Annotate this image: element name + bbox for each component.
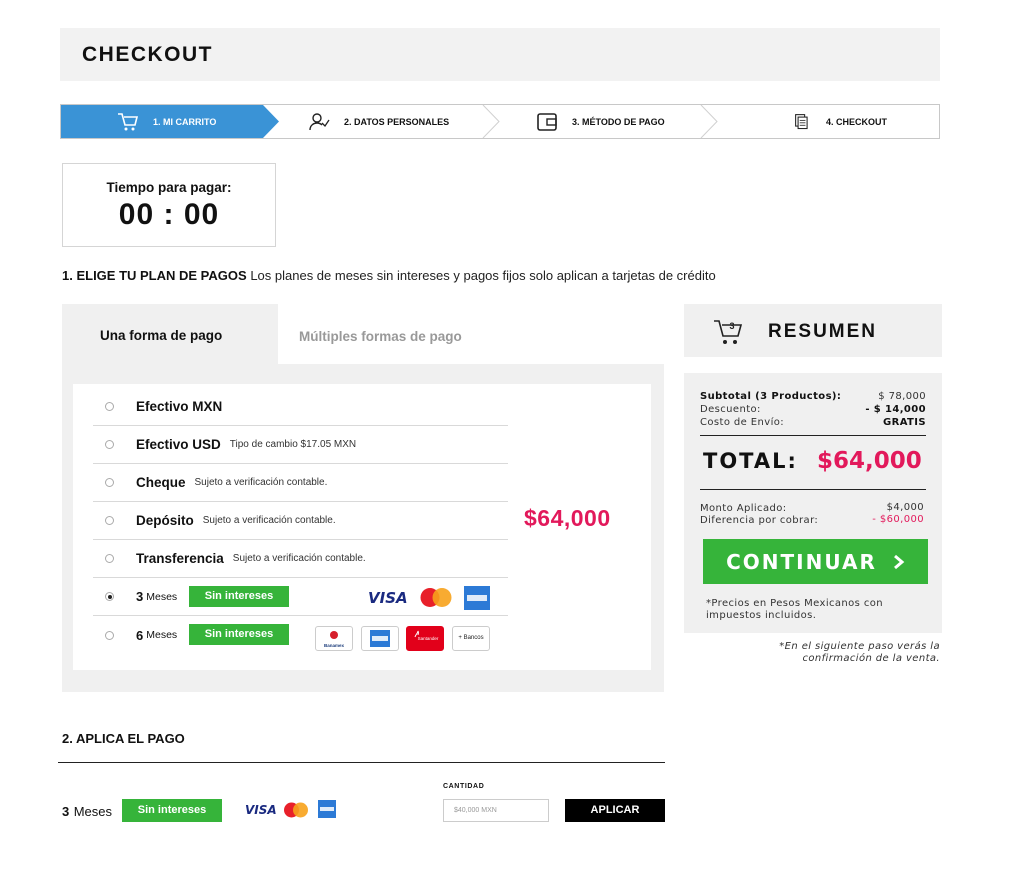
cart-icon: 3 [714, 320, 743, 344]
summary-divider [700, 489, 926, 490]
visa-icon: VISA [368, 589, 408, 607]
radio-button[interactable] [105, 516, 114, 525]
banamex-label: Banamex [324, 643, 345, 648]
santander-icon: Santander [414, 630, 439, 641]
banamex-icon: Banamex [324, 631, 345, 648]
payment-option-cheque[interactable]: Cheque Sujeto a verificación contable. [93, 464, 508, 502]
quantity-input[interactable]: $40,000 MXN [443, 799, 549, 822]
payment-price: $64,000 [524, 505, 611, 531]
timer-value: 00 : 00 [118, 198, 220, 231]
radio-button[interactable] [105, 554, 114, 563]
radio-button[interactable] [105, 402, 114, 411]
timer-label: Tiempo para pagar: [106, 180, 232, 195]
tab-single-payment[interactable]: Una forma de pago [62, 304, 278, 364]
discount-value: - $ 14,000 [865, 404, 926, 415]
discount-label: Descuento: [700, 404, 761, 415]
sin-intereses-badge: Sin intereses [189, 586, 289, 607]
checkout-steps: 1. MI CARRITO 2. DATOS PERSONALES 3. MÉT… [60, 104, 940, 139]
payment-option-name: Depósito [136, 513, 194, 528]
payment-option-note: Sujeto a verificación contable. [202, 515, 336, 526]
confirmation-note: *En el siguiente paso verás la confirmac… [779, 641, 940, 664]
apply-months-number: 3 [62, 804, 70, 819]
santander-logo: Santander [406, 626, 444, 651]
apply-months: 3 Meses [62, 803, 112, 821]
amex-bank-logo [361, 626, 399, 651]
continue-button[interactable]: CONTINUAR [703, 539, 928, 584]
section-payment-plan-subtitle: Los planes de meses sin intereses y pago… [250, 268, 716, 283]
installment-months-text: Meses [146, 629, 178, 641]
radio-button[interactable] [105, 440, 114, 449]
mastercard-icon [420, 588, 452, 607]
payment-option-name: Transferencia [136, 551, 224, 566]
section-payment-plan-title: 1. ELIGE TU PLAN DE PAGOS [62, 268, 247, 283]
page-title: CHECKOUT [82, 43, 213, 66]
more-banks-button[interactable]: + Bancos [452, 626, 490, 651]
total-label: TOTAL: [703, 449, 798, 473]
installment-months-text: Meses [146, 590, 178, 603]
step-checkout[interactable]: 4. CHECKOUT [794, 105, 887, 138]
apply-button[interactable]: APLICAR [565, 799, 665, 822]
summary-header: 3 RESUMEN [684, 304, 942, 357]
shipping-label: Costo de Envío: [700, 417, 785, 428]
applied-amount-label: Monto Aplicado: [700, 503, 787, 514]
santander-label: Santander [418, 636, 439, 641]
payment-option-note: Sujeto a verificación contable. [194, 477, 328, 488]
cart-count: 3 [729, 321, 734, 331]
payment-option-name: Efectivo MXN [136, 399, 223, 414]
shipping-value: GRATIS [882, 417, 926, 428]
banamex-logo: Banamex [315, 626, 353, 651]
radio-button-selected[interactable] [105, 592, 114, 601]
mastercard-icon [284, 802, 308, 818]
sin-intereses-badge: Sin intereses [189, 624, 289, 645]
cart-icon [118, 112, 139, 130]
radio-button[interactable] [105, 630, 114, 640]
section-apply-payment-title: 2. APLICA EL PAGO [62, 731, 185, 746]
payment-option-note: Sujeto a verificación contable. [232, 553, 366, 564]
amex-icon [370, 630, 390, 647]
document-icon [795, 113, 808, 129]
section-divider [58, 762, 665, 763]
amex-icon [318, 800, 336, 818]
step-personal-data-label: 2. DATOS PERSONALES [344, 116, 450, 127]
chevron-right-icon [893, 554, 905, 569]
payment-timer: Tiempo para pagar: 00 : 00 [62, 163, 276, 247]
visa-icon: VISA [245, 803, 277, 817]
quantity-label: CANTIDAD [443, 783, 485, 790]
step-cart[interactable]: 1. MI CARRITO [117, 105, 216, 138]
payment-option-name: Efectivo USD [136, 437, 221, 452]
radio-button[interactable] [105, 478, 114, 487]
installment-option-6-months[interactable]: 6 Meses [93, 616, 508, 654]
continue-button-label: CONTINUAR [726, 549, 877, 574]
installment-months-number: 3 [136, 589, 144, 604]
apply-months-text: Meses [73, 804, 112, 819]
payment-option-transferencia[interactable]: Transferencia Sujeto a verificación cont… [93, 540, 508, 578]
tab-multiple-payments[interactable]: Múltiples formas de pago [299, 329, 462, 344]
applied-amount-value: $4,000 [886, 502, 924, 513]
prices-note: *Precios en Pesos Mexicanos con impuesto… [706, 598, 884, 621]
step-payment-method[interactable]: 3. MÉTODO DE PAGO [536, 105, 665, 138]
payment-option-efectivo-usd[interactable]: Efectivo USD Tipo de cambio $17.05 MXN [93, 426, 508, 464]
amex-icon [464, 586, 490, 610]
step-personal-data[interactable]: 2. DATOS PERSONALES [308, 105, 449, 138]
difference-label: Diferencia por cobrar: [700, 515, 819, 526]
difference-value: - $60,000 [872, 514, 924, 525]
wallet-icon [537, 112, 557, 131]
summary-divider [700, 435, 926, 436]
summary-title: RESUMEN [768, 321, 878, 342]
payment-option-note: Tipo de cambio $17.05 MXN [229, 439, 357, 450]
installment-months-number: 6 [136, 627, 144, 643]
payment-option-name: Cheque [136, 475, 186, 490]
section-payment-plan-heading: 1. ELIGE TU PLAN DE PAGOS Los planes de … [62, 268, 716, 283]
payment-option-efectivo-mxn[interactable]: Efectivo MXN [93, 388, 508, 426]
user-icon [309, 112, 330, 130]
step-cart-label: 1. MI CARRITO [153, 116, 217, 127]
step-payment-method-label: 3. MÉTODO DE PAGO [572, 116, 665, 127]
checkout-header: CHECKOUT [60, 28, 940, 81]
total-value: $64,000 [817, 448, 922, 474]
subtotal-value: $ 78,000 [878, 391, 926, 402]
sin-intereses-badge: Sin intereses [122, 799, 222, 822]
step-checkout-label: 4. CHECKOUT [826, 116, 888, 127]
subtotal-label: Subtotal (3 Productos): [700, 391, 842, 402]
payment-option-deposito[interactable]: Depósito Sujeto a verificación contable. [93, 502, 508, 540]
